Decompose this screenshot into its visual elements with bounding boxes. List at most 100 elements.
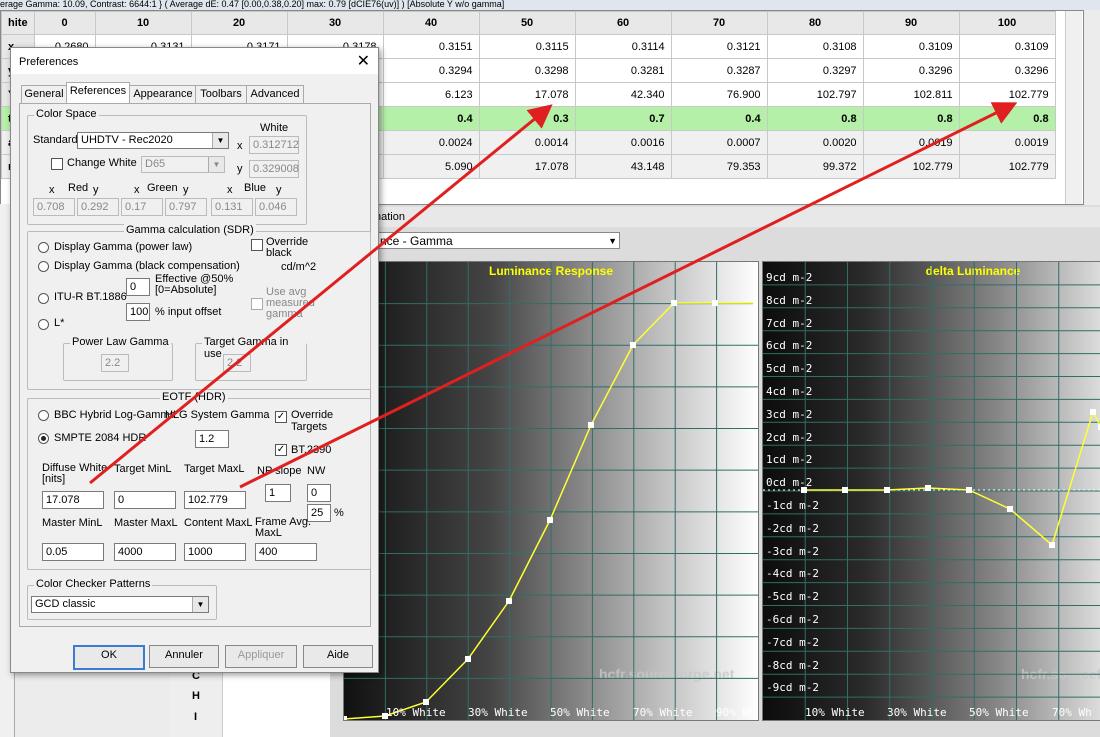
table-cell[interactable]: 0.0024 — [382, 130, 480, 155]
table-cell[interactable]: 102.779 — [958, 154, 1056, 179]
content-maxl-field[interactable]: 1000 — [184, 543, 246, 561]
master-minl-field[interactable]: 0.05 — [42, 543, 104, 561]
table-cell[interactable]: 0.3281 — [574, 58, 672, 83]
table-cell[interactable]: 0.3296 — [862, 58, 960, 83]
cancel-button[interactable]: Annuler — [149, 645, 219, 668]
hlg-radio[interactable] — [38, 410, 49, 421]
target-gamma-field[interactable]: 2.2 — [223, 354, 251, 372]
green-y-field[interactable]: 0.797 — [165, 198, 207, 216]
table-cell[interactable]: 17.078 — [478, 82, 576, 107]
table-cell[interactable]: 102.797 — [766, 82, 864, 107]
ok-button[interactable]: OK — [73, 645, 145, 670]
frame-avg-field[interactable]: 400 — [255, 543, 317, 561]
blue-y-field[interactable]: 0.046 — [255, 198, 297, 216]
table-cell[interactable]: 0.8 — [862, 106, 960, 131]
delta-y-tick: -3cd m-2 — [766, 544, 819, 558]
nw-field[interactable]: 0 — [307, 484, 331, 502]
table-cell[interactable]: 99.372 — [766, 154, 864, 179]
white-select[interactable]: D65 ▼ — [141, 156, 225, 173]
bt1886-radio[interactable] — [38, 293, 49, 304]
use-avg-checkbox[interactable] — [251, 298, 263, 310]
smpte-label: SMPTE 2084 HDR — [54, 432, 147, 444]
chart-type-select[interactable]: nce - Gamma ▼ — [375, 232, 620, 249]
green-x-field[interactable]: 0.17 — [121, 198, 163, 216]
table-cell[interactable]: 0.7 — [574, 106, 672, 131]
tab-references[interactable]: References — [66, 82, 130, 103]
table-cell[interactable]: 0.3115 — [478, 34, 576, 59]
table-cell[interactable]: 0.3109 — [958, 34, 1056, 59]
table-cell[interactable]: 42.340 — [574, 82, 672, 107]
target-minl-field[interactable]: 0 — [114, 491, 176, 509]
override-black-checkbox[interactable] — [251, 239, 263, 251]
luminance-point — [547, 517, 553, 523]
table-cell[interactable]: 0.0019 — [862, 130, 960, 155]
blue-x-field[interactable]: 0.131 — [211, 198, 253, 216]
table-cell[interactable]: 0.4 — [382, 106, 480, 131]
white-y-field[interactable]: 0.329008 — [249, 160, 299, 178]
percent-label: % — [334, 507, 344, 519]
table-cell[interactable]: 79.353 — [670, 154, 768, 179]
override-targets-checkbox[interactable]: ✓ — [275, 411, 287, 423]
tab-advanced[interactable]: Advanced — [246, 85, 304, 103]
red-x-field[interactable]: 0.708 — [33, 198, 75, 216]
table-cell[interactable]: 102.779 — [958, 82, 1056, 107]
change-white-checkbox[interactable] — [51, 158, 63, 170]
nw-label: NW — [307, 465, 326, 477]
table-cell[interactable]: 102.811 — [862, 82, 960, 107]
hlg-system-field[interactable]: 1.2 — [195, 430, 229, 448]
effective-field[interactable]: 0 — [126, 278, 150, 296]
table-cell[interactable]: 0.0014 — [478, 130, 576, 155]
table-cell[interactable]: 0.3294 — [382, 58, 480, 83]
tab-appearance[interactable]: Appearance — [129, 85, 197, 103]
white-x-field[interactable]: 0.312712 — [249, 136, 299, 154]
table-cell[interactable]: 0.3121 — [670, 34, 768, 59]
vertical-scrollbar[interactable] — [1065, 11, 1082, 204]
master-maxl-field[interactable]: 4000 — [114, 543, 176, 561]
help-button[interactable]: Aide — [303, 645, 373, 668]
table-cell[interactable]: 5.090 — [382, 154, 480, 179]
target-maxl-field[interactable]: 102.779 — [184, 491, 246, 509]
table-cell[interactable]: 43.148 — [574, 154, 672, 179]
power-law-field[interactable]: 2.2 — [101, 354, 129, 372]
red-y-field[interactable]: 0.292 — [77, 198, 119, 216]
table-cell[interactable]: 0.3108 — [766, 34, 864, 59]
table-cell[interactable]: 0.3297 — [766, 58, 864, 83]
color-checker-select[interactable]: GCD classic ▼ — [31, 596, 209, 613]
apply-button[interactable]: Appliquer — [225, 645, 297, 668]
table-cell[interactable]: 0.0016 — [574, 130, 672, 155]
standard-select[interactable]: UHDTV - Rec2020 ▼ — [77, 132, 229, 149]
delta-y-tick: -7cd m-2 — [766, 635, 819, 649]
table-cell[interactable]: 102.779 — [862, 154, 960, 179]
gamma-black-radio[interactable] — [38, 261, 49, 272]
table-cell[interactable]: 0.8 — [958, 106, 1056, 131]
tab-toolbars[interactable]: Toolbars — [195, 85, 247, 103]
table-cell[interactable]: 0.3109 — [862, 34, 960, 59]
chevron-down-icon: ▼ — [212, 133, 228, 148]
bt2390-checkbox[interactable]: ✓ — [275, 444, 287, 456]
table-cell[interactable]: 6.123 — [382, 82, 480, 107]
offset-label: % input offset — [155, 306, 222, 318]
diffuse-white-label: Diffuse White [nits] — [42, 462, 108, 485]
table-cell[interactable]: 0.0020 — [766, 130, 864, 155]
table-cell[interactable]: 0.3298 — [478, 58, 576, 83]
table-cell[interactable]: 0.4 — [670, 106, 768, 131]
offset-field[interactable]: 100 — [126, 303, 150, 321]
table-cell[interactable]: 17.078 — [478, 154, 576, 179]
tab-general[interactable]: General — [21, 85, 67, 103]
delta-y-tick: 1cd m-2 — [766, 453, 813, 467]
diffuse-white-field[interactable]: 17.078 — [42, 491, 104, 509]
table-cell[interactable]: 0.3151 — [382, 34, 480, 59]
table-cell[interactable]: 0.0019 — [958, 130, 1056, 155]
table-cell[interactable]: 0.3287 — [670, 58, 768, 83]
lstar-radio[interactable] — [38, 319, 49, 330]
table-cell[interactable]: 0.0007 — [670, 130, 768, 155]
table-cell[interactable]: 0.3296 — [958, 58, 1056, 83]
close-icon[interactable]: ✕ — [357, 51, 370, 71]
table-cell[interactable]: 0.3 — [478, 106, 576, 131]
table-cell[interactable]: 0.8 — [766, 106, 864, 131]
gamma-power-radio[interactable] — [38, 242, 49, 253]
smpte-radio[interactable] — [38, 433, 49, 444]
np-slope-field[interactable]: 1 — [265, 484, 291, 502]
table-cell[interactable]: 76.900 — [670, 82, 768, 107]
table-cell[interactable]: 0.3114 — [574, 34, 672, 59]
